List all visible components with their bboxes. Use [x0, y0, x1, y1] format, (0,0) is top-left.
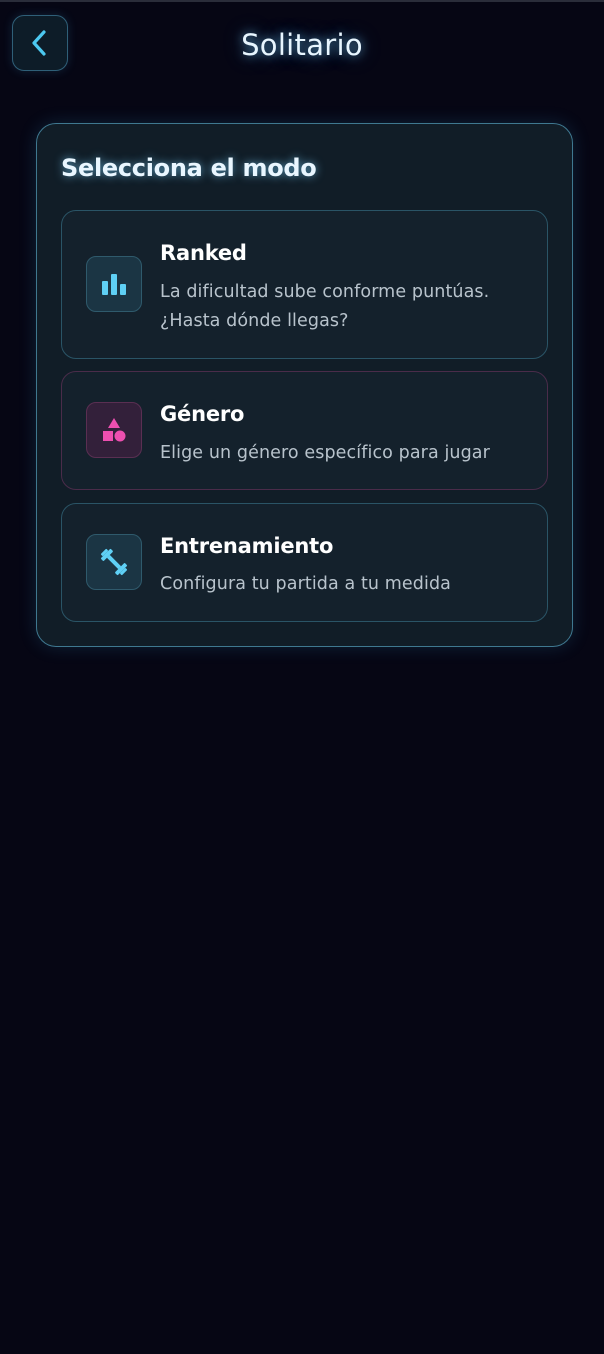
- mode-title-entrenamiento: Entrenamiento: [160, 534, 334, 558]
- mode-card-ranked[interactable]: Ranked La dificultad sube conforme puntú…: [61, 210, 548, 359]
- mode-description-entrenamiento: Configura tu partida a tu medida: [160, 574, 452, 594]
- ranked-icon-box: [86, 256, 142, 312]
- dumbbell-icon: [100, 548, 128, 576]
- entrenamiento-icon-box: [86, 534, 142, 590]
- bar-chart-icon: [102, 274, 126, 295]
- shapes-icon: [103, 418, 126, 442]
- mode-title-ranked: Ranked: [160, 241, 247, 265]
- mode-description-ranked: La dificultad sube conforme puntúas. ¿Ha…: [160, 282, 490, 331]
- header: Solitario: [0, 2, 604, 92]
- solitario-screen: Solitario Selecciona el modo Ranked La d…: [0, 0, 604, 1354]
- mode-card-genero[interactable]: Género Elige un género específico para j…: [61, 371, 548, 490]
- mode-title-genero: Género: [160, 402, 245, 426]
- genero-icon-box: [86, 402, 142, 458]
- panel-title: Selecciona el modo: [61, 154, 317, 182]
- mode-selection-panel: Selecciona el modo Ranked La dificultad …: [36, 123, 573, 647]
- page-title: Solitario: [241, 28, 363, 62]
- mode-description-genero: Elige un género específico para jugar: [160, 443, 490, 463]
- mode-card-entrenamiento[interactable]: Entrenamiento Configura tu partida a tu …: [61, 503, 548, 622]
